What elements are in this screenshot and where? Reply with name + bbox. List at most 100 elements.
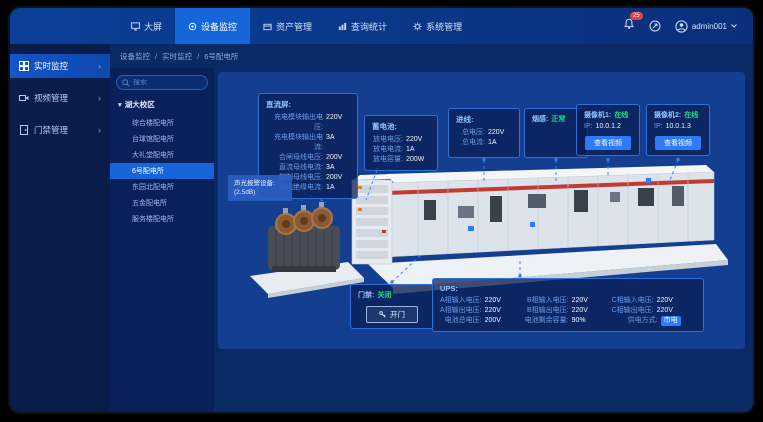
field-label: C相输出电压: [612,306,654,316]
status-badge: 关闭 [377,290,391,300]
field-value: 220V [572,296,596,306]
field-label: A相输入电压: [440,296,482,306]
ups-column-b: B相输入电压:220V B相输出电压:220V 电池剩余容量:90% [525,296,596,326]
field-value: 3A [326,133,350,153]
monitor-icon [188,22,197,31]
sidebar-item-label: 门禁管理 [34,124,68,136]
gear-icon [413,22,422,31]
open-door-button[interactable]: 开门 [366,306,418,323]
tree-root-label: 湖大校区 [125,99,155,110]
ups-column-a: A相输入电压:220V A相输出电压:220V 电池总电压:200V [440,296,509,326]
left-sidebar: 实时监控 › 视频管理 › 门禁管理 › [10,44,110,412]
tree-item-station[interactable]: 台球馆配电所 [116,131,208,147]
panel-title: 进线: [456,114,512,125]
screen-icon [131,22,140,31]
field-value: 1A [326,183,350,193]
field-value: 200V [485,316,509,326]
search-input[interactable] [133,79,202,86]
chevron-right-icon: › [98,125,101,135]
power-mode-chip: 市电 [661,316,681,326]
field-label: IP: [584,122,593,132]
sidebar-item-video-manage[interactable]: 视频管理 › [10,86,110,110]
station-tree-panel: ▾ 湖大校区 综合楼配电所 台球馆配电所 大礼堂配电所 6号配电所 东园北配电所… [110,68,214,412]
top-navbar: 大屏 设备监控 资产管理 查询统计 系统管理 25 admin001 [10,8,753,44]
sidebar-item-door-manage[interactable]: 门禁管理 › [10,118,110,142]
view-video-button[interactable]: 查看视频 [585,136,631,150]
sidebar-item-label: 实时监控 [34,60,68,72]
asset-icon [263,22,272,31]
field-label: 电池总电压: [445,316,482,326]
nav-item-device-monitor[interactable]: 设备监控 [175,8,250,44]
sidebar-item-realtime-monitor[interactable]: 实时监控 › [10,54,110,78]
breadcrumb: 设备监控 / 实时监控 / 6号配电所 [110,44,753,68]
breadcrumb-item: 6号配电所 [204,51,238,62]
nav-label: 查询统计 [351,20,387,33]
caret-down-icon: ▾ [118,100,122,109]
dashboard-icon [19,61,29,71]
chevron-right-icon: › [98,61,101,71]
field-label: 放电容量: [372,155,403,165]
tree-search[interactable] [116,75,208,90]
field-value: 220V [657,306,681,316]
notification-badge: 25 [630,12,643,20]
user-menu[interactable]: admin001 [675,20,737,33]
notifications-button[interactable]: 25 [623,17,635,35]
field-value: 90% [572,316,596,326]
camera-ip: 10.0.1.2 [596,122,621,132]
field-label: 合闸母线电压: [266,153,323,163]
breadcrumb-separator: / [197,52,199,61]
user-name: admin001 [692,22,727,31]
search-icon [122,79,130,87]
camera1-panel: 摄像机1:在线 IP:10.0.1.2 查看视频 [576,104,640,156]
field-value: 220V [657,296,681,306]
app-body: 实时监控 › 视频管理 › 门禁管理 › 设备监控 / 实时监控 / 6号配电所 [10,44,753,412]
status-badge: 在线 [684,110,698,120]
content-row: ▾ 湖大校区 综合楼配电所 台球馆配电所 大礼堂配电所 6号配电所 东园北配电所… [110,68,753,412]
field-value: 220V [572,306,596,316]
field-label: B相输入电压: [527,296,569,306]
field-value: 200V [326,173,350,183]
panel-title: 烟感: [532,114,548,124]
stats-icon [338,22,347,31]
tree-root-node[interactable]: ▾ 湖大校区 [118,99,208,110]
ups-panel: UPS: A相输入电压:220V A相输出电压:220V 电池总电压:200V … [432,278,704,332]
panel-title: 门禁: [358,290,374,300]
nav-item-assets[interactable]: 资产管理 [250,8,325,44]
panel-title: 摄像机1: [584,110,611,120]
field-value: 1A [406,145,430,155]
tree-item-station[interactable]: 综合楼配电所 [116,115,208,131]
nav-item-statistics[interactable]: 查询统计 [325,8,400,44]
alarm-label: 声光报警设备: [234,179,286,188]
fullscreen-icon[interactable] [649,20,661,32]
door-icon [19,125,29,135]
nav-item-dashboard[interactable]: 大屏 [118,8,175,44]
tree-item-station[interactable]: 大礼堂配电所 [116,147,208,163]
field-label: 直流母线电流: [266,163,323,173]
nav-label: 资产管理 [276,20,312,33]
tree-item-station[interactable]: 五金配电所 [116,195,208,211]
field-label: 供电方式: [628,316,658,326]
tree-item-station[interactable]: 服务楼配电所 [116,211,208,227]
breadcrumb-item[interactable]: 实时监控 [162,51,192,62]
field-label: IP: [654,122,663,132]
field-value: 220V [485,306,509,316]
nav-label: 系统管理 [426,20,462,33]
door-access-panel: 门禁:关闭 开门 [350,284,434,329]
breadcrumb-separator: / [155,52,157,61]
key-icon [379,311,386,318]
ups-column-c: C相输入电压:220V C相输出电压:220V 供电方式:市电 [612,296,681,326]
tree-item-station-selected[interactable]: 6号配电所 [110,163,214,179]
field-label: 电池剩余容量: [525,316,569,326]
field-label: A相输出电压: [440,306,482,316]
video-icon [19,93,29,103]
field-label: 放电电压: [372,135,403,145]
tree-item-station[interactable]: 东园北配电所 [116,179,208,195]
nav-item-system[interactable]: 系统管理 [400,8,475,44]
field-value: 200V [326,153,350,163]
view-video-button[interactable]: 查看视频 [655,136,701,150]
status-badge: 在线 [614,110,628,120]
field-label: 放电电流: [372,145,403,155]
breadcrumb-item[interactable]: 设备监控 [120,51,150,62]
field-value: 220V [485,296,509,306]
nav-label: 大屏 [144,20,162,33]
